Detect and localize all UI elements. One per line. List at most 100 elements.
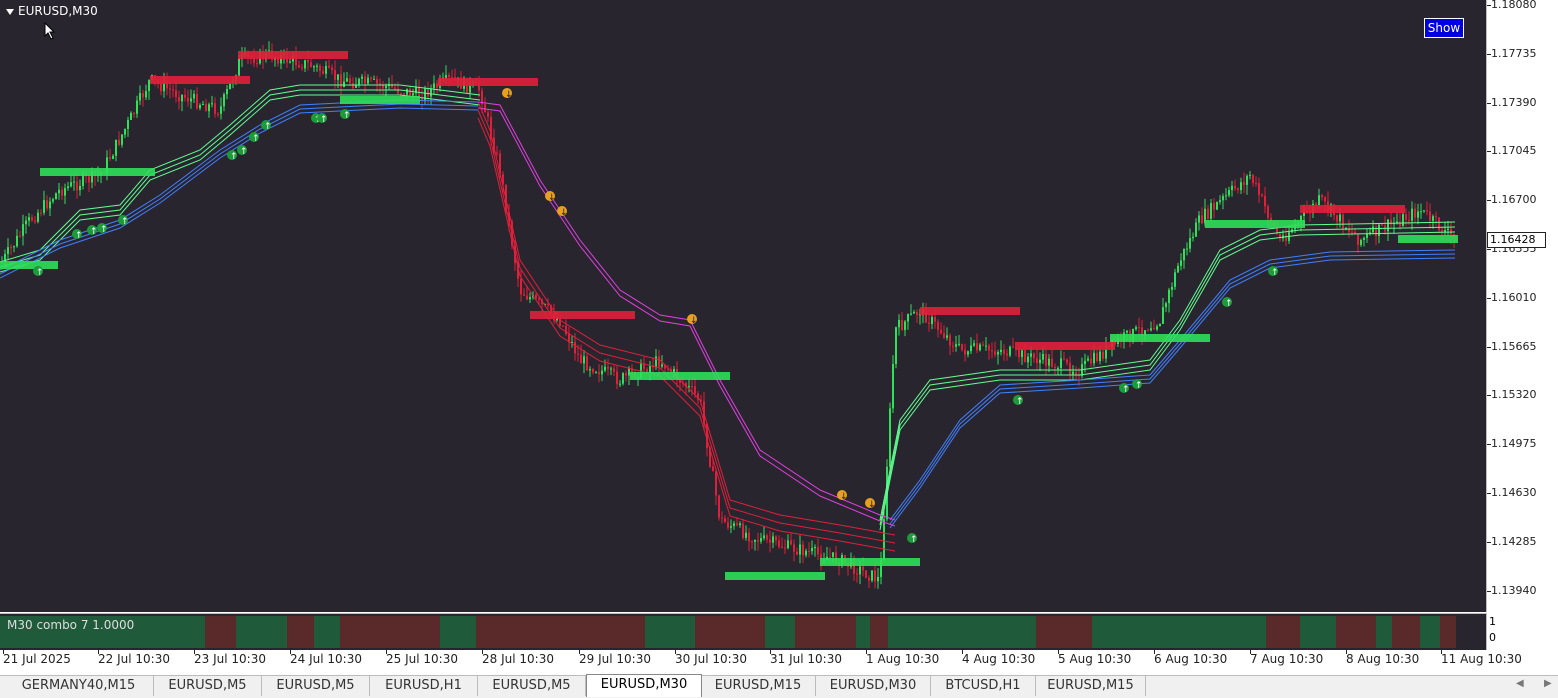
chart-tab[interactable]: EURUSD,M30 [586,674,702,697]
candle-body [829,556,831,558]
chart-tab[interactable]: EURUSD,M30 [816,676,931,696]
lower-blue-band-line [0,103,479,275]
candle-body [745,532,747,538]
symbol-label[interactable]: EURUSD,M30 [6,4,98,18]
candle-body [805,550,807,556]
candle-body [937,321,939,330]
chart-tab[interactable]: EURUSD,M5 [262,676,370,696]
candle-body [10,247,12,249]
candle-body [406,88,408,95]
candle-body [1414,208,1416,218]
sell-arrow-glyph: ↓ [690,316,698,326]
dropdown-triangle-icon[interactable] [6,8,14,15]
candle-body [976,343,978,351]
candle-body [1240,182,1242,191]
candle-body [124,129,126,135]
candle-body [256,63,258,65]
main-chart-area[interactable]: ↑↑↑↑↑↑↑↑↑↑↑↑↑↑↑↑↑↑↓↓↓↓↓↓ EURUSD,M30 Show [0,0,1487,612]
symbol-text: EURUSD,M30 [18,4,98,18]
candle-body [376,78,378,84]
candle-body [394,87,396,89]
candle-body [973,343,975,346]
candle-body [58,189,60,194]
candle-body [577,353,579,355]
candle-body [391,83,393,88]
candle-body [601,370,603,375]
candle-body [313,66,315,68]
candle-body [400,93,402,95]
time-label: 7 Aug 10:30 [1250,652,1324,666]
indicator-subwindow[interactable]: M30 combo 7 1.0000 [0,613,1487,650]
candle-body [724,518,726,523]
candle-body [430,88,432,97]
candle-body [1420,211,1422,213]
signal-zone-bar [725,572,825,580]
candle-body [436,83,438,88]
buy-arrow-glyph: ↑ [36,268,44,278]
candle-body [1432,216,1434,221]
candle-body [1075,371,1077,375]
price-axis[interactable]: 1.18080 1.17735 1.17390 1.17045 1.16700 1.163… [1487,0,1558,612]
tabs-scroll-left-icon[interactable]: ◀ [1516,678,1524,689]
histogram-segment [1440,616,1456,648]
candle-body [1000,349,1002,353]
signal-zone-bar [1110,334,1210,342]
candle-body [76,181,78,191]
price-label: 1.15320 [1491,388,1537,402]
chart-tab[interactable]: EURUSD,M15 [1036,676,1146,696]
candle-body [1417,211,1419,218]
show-button[interactable]: Show [1424,18,1464,38]
candle-body [1174,272,1176,287]
price-label: 1.16700 [1491,193,1537,207]
recovery-green-band-line [879,231,1456,531]
buy-arrow-glyph: ↑ [320,115,328,125]
time-axis[interactable]: 21 Jul 2025 22 Jul 10:30 23 Jul 10:30 24 Ju… [0,650,1558,674]
candle-body [961,343,963,350]
candle-body [1138,327,1140,329]
chart-tab[interactable]: GERMANY40,M15 [4,676,154,696]
chart-tab[interactable]: EURUSD,M15 [701,676,816,696]
chart-tab[interactable]: EURUSD,M5 [478,676,586,696]
candle-body [46,200,48,209]
candle-body [739,523,741,526]
candle-body [187,97,189,102]
candle-body [1087,358,1089,361]
candle-body [433,83,435,89]
candle-body [1237,188,1239,191]
candle-body [178,97,180,102]
tabs-scroll-right-icon[interactable]: ▶ [1544,678,1552,689]
chart-tab[interactable]: EURUSD,H1 [370,676,478,696]
buy-arrow-glyph: ↑ [100,225,108,235]
candle-body [595,372,597,374]
candle-body [1135,327,1137,330]
candle-body [1195,222,1197,237]
time-label: 24 Jul 10:30 [290,652,362,666]
price-chart-canvas[interactable]: ↑↑↑↑↑↑↑↑↑↑↑↑↑↑↑↑↑↑↓↓↓↓↓↓ [0,0,1486,612]
candle-body [1186,248,1188,250]
chart-tab[interactable]: EURUSD,M5 [154,676,262,696]
candle-body [673,368,675,372]
candle-body [1009,346,1011,356]
candle-body [448,75,450,77]
candle-body [385,86,387,89]
histogram-segment [340,616,440,648]
chart-tabs-bar: GERMANY40,M15 EURUSD,M5 EURUSD,M5 EURUSD,H1… [0,674,1558,698]
candle-body [28,217,30,221]
candle-body [52,199,54,202]
candle-body [970,345,972,352]
candle-body [1435,216,1437,218]
price-label: 1.15665 [1491,339,1537,353]
histogram-segment [476,616,645,648]
buy-arrow-glyph: ↑ [1122,385,1130,395]
signal-zone-bar [0,261,58,269]
candle-body [538,298,540,300]
histogram-segment [1336,616,1376,648]
candle-body [358,78,360,85]
candle-body [808,550,810,552]
histogram-segment [1092,616,1266,648]
candle-body [949,335,951,346]
candle-body [1339,214,1341,222]
candle-body [325,66,327,74]
candle-body [1318,195,1320,206]
chart-tab[interactable]: BTCUSD,H1 [931,676,1036,696]
